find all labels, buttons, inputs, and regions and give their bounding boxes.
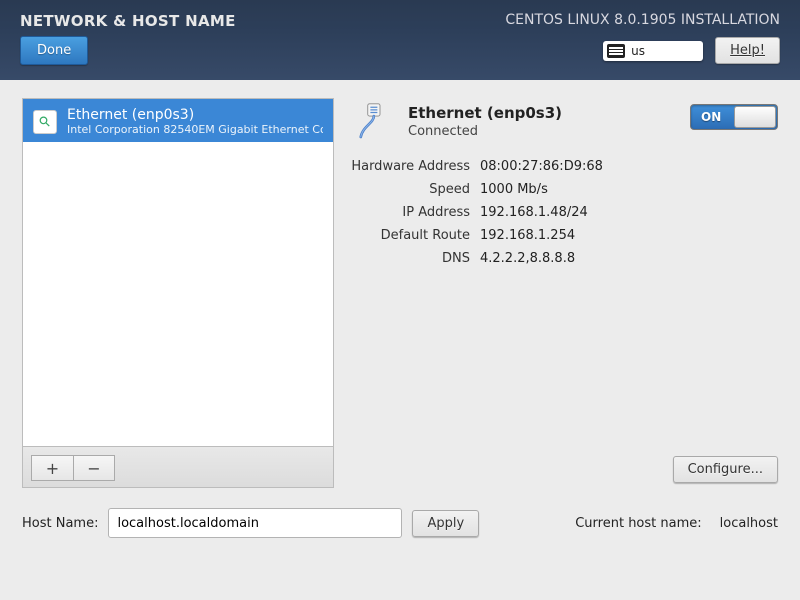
property-value: 192.168.1.254 [480,228,575,243]
detail-header: Ethernet (enp0s3) Connected ON [348,98,778,151]
left-column: ⚲ Ethernet (enp0s3) Intel Corporation 82… [22,98,334,488]
ethernet-icon: ⚲ [33,110,57,134]
page-title: NETWORK & HOST NAME [20,12,236,30]
hostname-label: Host Name: [22,516,98,531]
interface-name: Ethernet (enp0s3) [67,107,323,123]
property-label: Speed [348,182,470,197]
property-value: 192.168.1.48/24 [480,205,588,220]
remove-interface-button[interactable]: − [73,455,115,481]
property-label: DNS [348,251,470,266]
current-hostname-label: Current host name: [575,516,701,531]
header-bar: NETWORK & HOST NAME CENTOS LINUX 8.0.190… [0,0,800,80]
current-hostname-value: localhost [720,516,778,531]
right-column: Ethernet (enp0s3) Connected ON Hardware … [348,98,778,488]
property-value: 1000 Mb/s [480,182,548,197]
property-row: Default Route 192.168.1.254 [348,228,778,243]
property-label: Hardware Address [348,159,470,174]
hostname-input[interactable] [108,508,402,538]
connection-toggle[interactable]: ON [690,104,778,130]
ethernet-large-icon [352,102,394,148]
toggle-label: ON [701,110,721,124]
property-row: IP Address 192.168.1.48/24 [348,205,778,220]
property-label: IP Address [348,205,470,220]
interface-properties: Hardware Address 08:00:27:86:D9:68 Speed… [348,159,778,266]
content-area: ⚲ Ethernet (enp0s3) Intel Corporation 82… [0,80,800,506]
property-value: 4.2.2.2,8.8.8.8 [480,251,575,266]
toggle-knob [734,106,776,128]
interface-description: Intel Corporation 82540EM Gigabit Ethern… [67,123,323,136]
interface-list[interactable]: ⚲ Ethernet (enp0s3) Intel Corporation 82… [22,98,334,446]
keyboard-layout-selector[interactable]: us [603,41,703,61]
add-interface-button[interactable]: + [31,455,73,481]
help-button[interactable]: Help! [715,37,780,64]
configure-button[interactable]: Configure... [673,456,778,483]
keyboard-layout-label: us [631,44,645,58]
installer-title: CENTOS LINUX 8.0.1905 INSTALLATION [505,12,780,30]
done-button[interactable]: Done [20,36,88,65]
property-value: 08:00:27:86:D9:68 [480,159,603,174]
interface-list-controls: + − [22,446,334,488]
property-row: Hardware Address 08:00:27:86:D9:68 [348,159,778,174]
hostname-row: Host Name: Apply Current host name: loca… [22,508,778,538]
interface-item[interactable]: ⚲ Ethernet (enp0s3) Intel Corporation 82… [23,99,333,142]
property-label: Default Route [348,228,470,243]
property-row: Speed 1000 Mb/s [348,182,778,197]
keyboard-icon [607,44,625,58]
apply-hostname-button[interactable]: Apply [412,510,479,537]
property-row: DNS 4.2.2.2,8.8.8.8 [348,251,778,266]
